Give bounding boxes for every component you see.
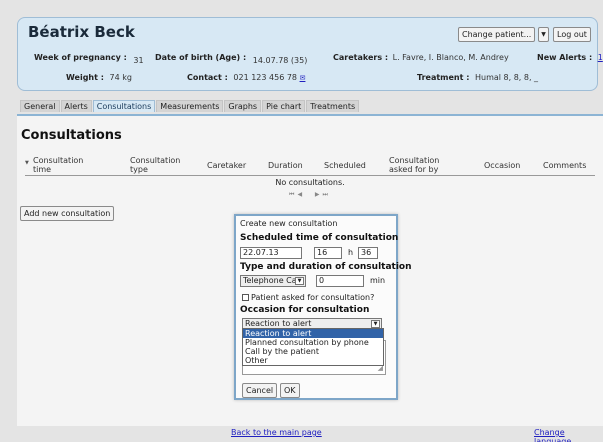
occasion-dropdown-list: Reaction to alert Planned consultation b… [242, 328, 384, 366]
minute-field[interactable]: 36 [358, 247, 378, 259]
treatment-label: Treatment : [417, 73, 470, 82]
contact-value: 021 123 456 78 [233, 73, 298, 82]
type-select-value: Telephone Call [243, 276, 302, 285]
caretakers-label: Caretakers : [333, 53, 389, 62]
empty-message: No consultations. [275, 178, 345, 187]
alerts-label: New Alerts : [537, 53, 593, 62]
occasion-option[interactable]: Reaction to alert [243, 329, 383, 338]
chevron-down-icon: ▼ [295, 277, 304, 285]
col-scheduled[interactable]: Scheduled [324, 161, 366, 170]
occasion-label: Occasion for consultation [240, 305, 370, 315]
treatment-value: Humal 8, 8, 8, _ [474, 73, 539, 82]
dob-label: Date of birth (Age) : [155, 53, 247, 62]
hour-field[interactable]: 16 [314, 247, 342, 259]
weight-group: Weight : 74 kg [66, 73, 132, 82]
duration-unit-label: min [370, 276, 386, 285]
consultations-table-header: ▼ Consultation time Consultation type Ca… [25, 156, 595, 176]
cancel-button[interactable]: Cancel [242, 383, 278, 398]
week-value: 31 [133, 56, 144, 65]
tab-consultations[interactable]: Consultations [92, 100, 156, 112]
alerts-group: New Alerts : 1 [537, 53, 603, 62]
occasion-select-value: Reaction to alert [245, 319, 312, 328]
add-consultation-button[interactable]: Add new consultation [20, 206, 115, 221]
tab-pie-chart[interactable]: Pie chart [262, 100, 306, 112]
change-language-link[interactable]: Change language [534, 428, 603, 442]
patient-name: Béatrix Beck [28, 23, 135, 41]
hour-unit-label: h [348, 248, 354, 257]
col-occasion[interactable]: Occasion [484, 161, 520, 170]
email-icon[interactable]: ✉ [300, 74, 306, 82]
col-consultation-time[interactable]: Consultation time [33, 156, 93, 174]
tab-graphs[interactable]: Graphs [224, 100, 262, 112]
tab-treatments[interactable]: Treatments [306, 100, 360, 112]
patient-asked-checkbox[interactable] [242, 294, 249, 301]
type-select[interactable]: Telephone Call ▼ [240, 275, 306, 287]
tab-alerts[interactable]: Alerts [60, 100, 92, 112]
contact-label: Contact : [187, 73, 228, 82]
date-field[interactable]: 22.07.13 [240, 247, 302, 259]
occasion-option[interactable]: Call by the patient [243, 347, 383, 356]
weight-label: Weight : [66, 73, 104, 82]
chevron-down-icon[interactable]: ▼ [538, 27, 549, 42]
occasion-option[interactable]: Other [243, 356, 383, 365]
sort-desc-icon[interactable]: ▼ [25, 160, 29, 166]
ok-button[interactable]: OK [280, 383, 300, 398]
caretakers-value: L. Favre, I. Blanco, M. Andrey [392, 53, 509, 62]
dialog-title: Create new consultation [240, 219, 338, 228]
pager: ⏮◀ ▶⏭ [17, 191, 603, 199]
dob-value: 14.07.78 (35) [252, 56, 308, 65]
week-label: Week of pregnancy : [34, 53, 127, 62]
tab-measurements[interactable]: Measurements [156, 100, 224, 112]
col-duration[interactable]: Duration [268, 161, 303, 170]
change-patient-label: Change patient... [462, 30, 532, 39]
app-frame: Béatrix Beck Change patient... ▼ Log out… [0, 0, 603, 442]
type-duration-label: Type and duration of consultation [240, 262, 412, 272]
col-asked-for-by[interactable]: Consultation asked for by [389, 156, 459, 174]
page-title: Consultations [21, 128, 122, 143]
col-comments[interactable]: Comments [543, 161, 586, 170]
prev-page-icon[interactable]: ◀ [297, 191, 305, 198]
col-consultation-type[interactable]: Consultation type [130, 156, 192, 174]
treatment-group: Treatment : Humal 8, 8, 8, _ [417, 73, 538, 82]
change-patient-select[interactable]: Change patient... [458, 27, 536, 42]
col-caretaker[interactable]: Caretaker [207, 161, 246, 170]
next-page-icon[interactable]: ▶ [315, 191, 323, 198]
last-page-icon[interactable]: ⏭ [323, 191, 331, 198]
logout-button[interactable]: Log out [553, 27, 591, 42]
duration-field[interactable]: 0 [316, 275, 364, 287]
weight-value: 74 kg [109, 73, 132, 82]
caretakers-group: Caretakers : L. Favre, I. Blanco, M. And… [333, 53, 509, 62]
tab-general[interactable]: General [20, 100, 60, 112]
patient-header: Béatrix Beck Change patient... ▼ Log out… [17, 17, 603, 91]
header-row-1: Week of pregnancy : 31 [34, 53, 144, 65]
contact-group: Contact : 021 123 456 78 ✉ [187, 73, 305, 82]
occasion-option[interactable]: Planned consultation by phone [243, 338, 383, 347]
dob-group: Date of birth (Age) : 14.07.78 (35) [155, 53, 308, 65]
patient-asked-checkbox-row[interactable]: Patient asked for consultation? [242, 293, 374, 302]
alerts-link[interactable]: 1 [598, 53, 603, 62]
scheduled-time-label: Scheduled time of consultation [240, 233, 399, 243]
create-consultation-dialog: Create new consultation Scheduled time o… [234, 214, 412, 400]
patient-asked-label: Patient asked for consultation? [251, 293, 375, 302]
tab-bar: General Alerts Consultations Measurements Gr… [20, 100, 360, 114]
back-to-main-link[interactable]: Back to the main page [231, 428, 322, 437]
chevron-down-icon: ▼ [371, 320, 380, 328]
